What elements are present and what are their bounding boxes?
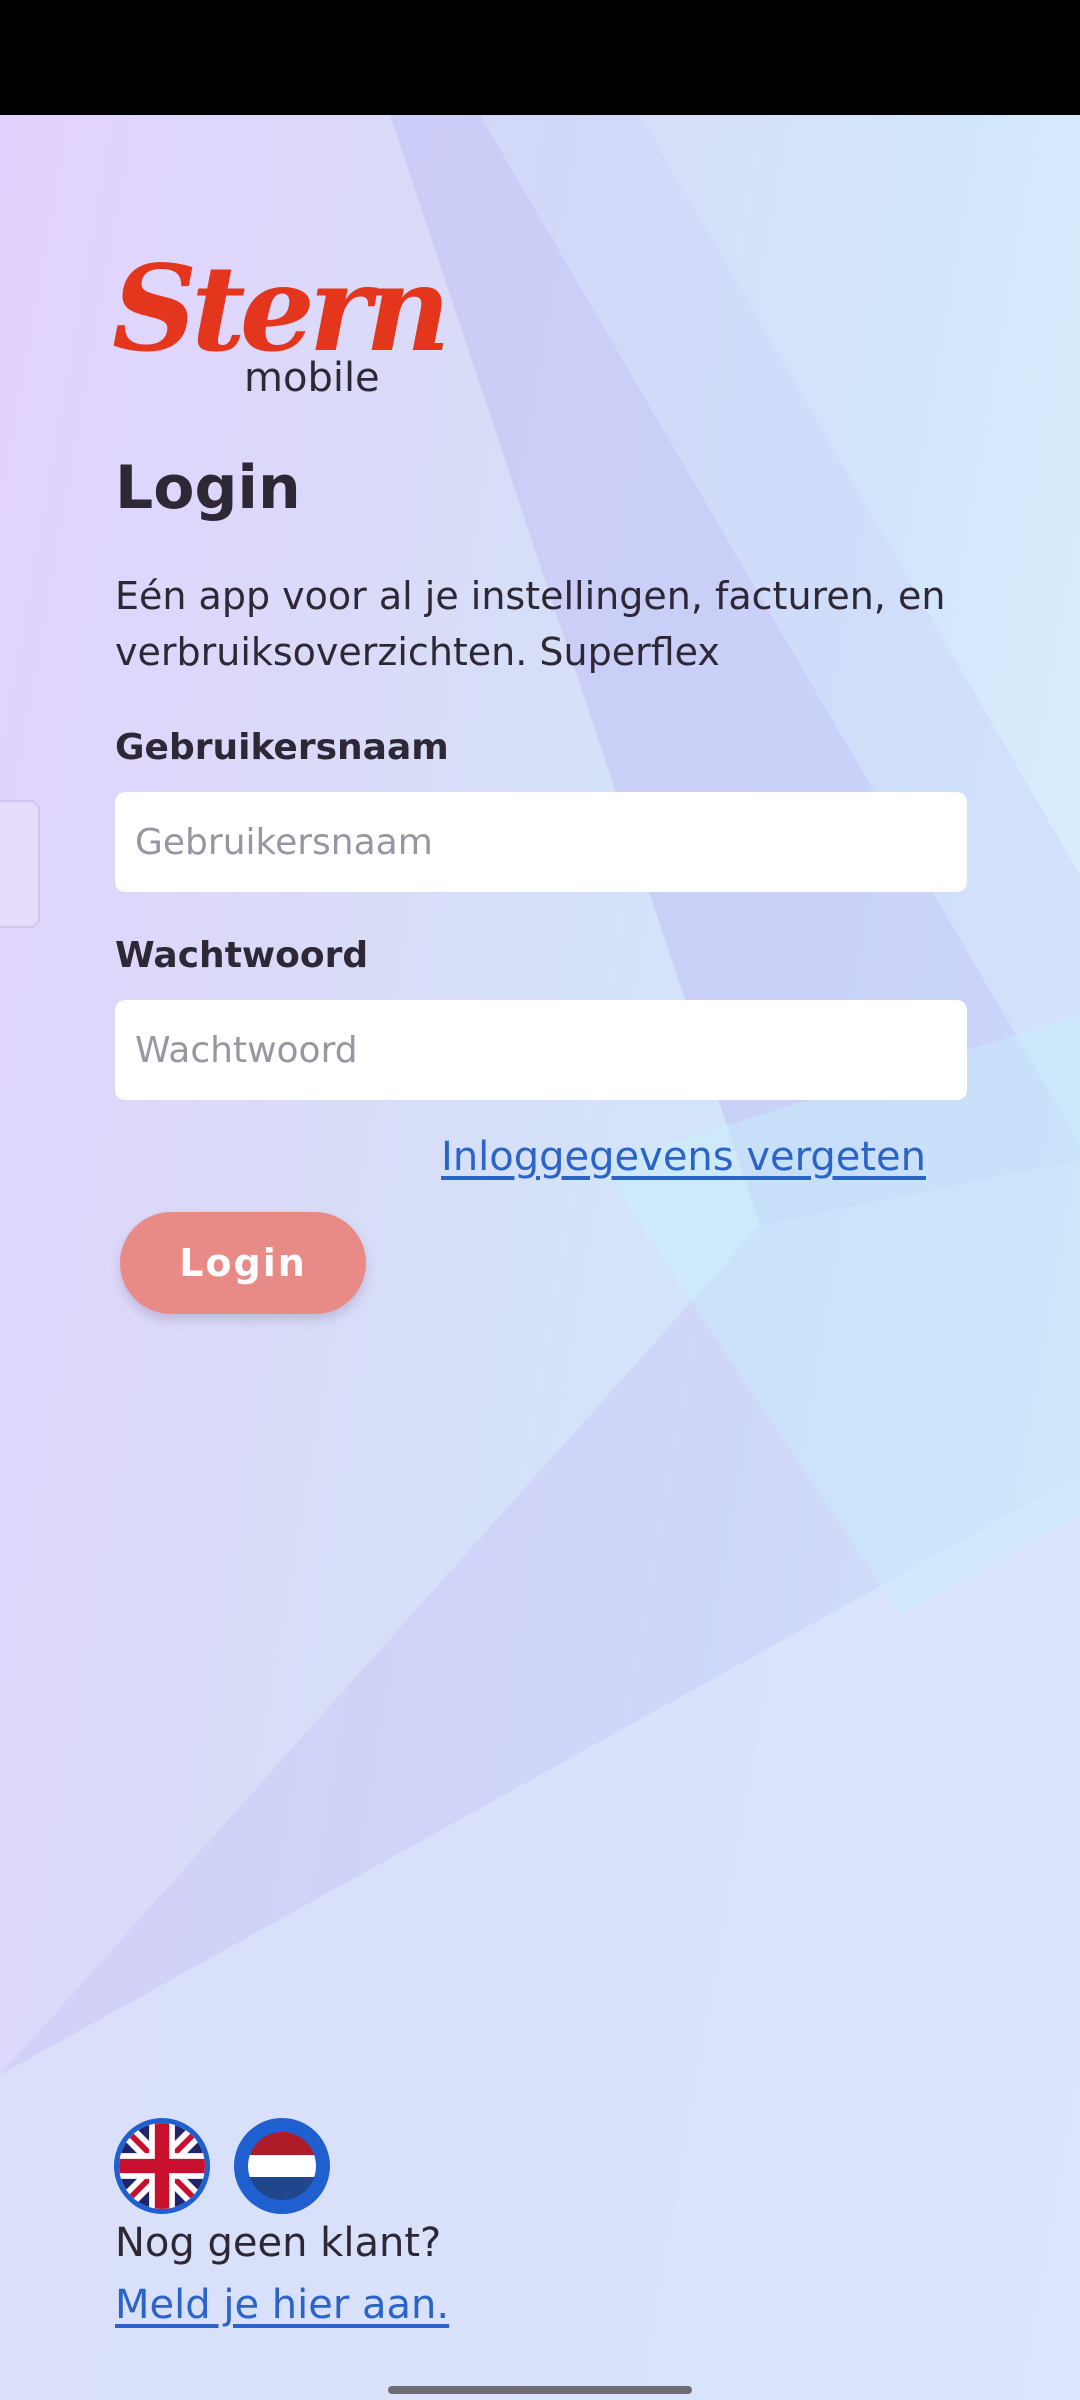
- status-bar: [0, 0, 1080, 115]
- username-input[interactable]: [115, 792, 967, 892]
- password-label: Wachtwoord: [115, 935, 369, 976]
- password-input[interactable]: [115, 1000, 967, 1100]
- page-title: Login: [115, 453, 301, 523]
- forgot-credentials-link[interactable]: Inloggegevens vergeten: [441, 1134, 926, 1180]
- nl-flag-icon[interactable]: [234, 2118, 330, 2214]
- logo-sub: mobile: [244, 355, 380, 401]
- register-link[interactable]: Meld je hier aan.: [115, 2282, 449, 2328]
- username-label: Gebruikersnaam: [115, 727, 449, 768]
- no-account-text: Nog geen klant?: [115, 2220, 442, 2266]
- login-button[interactable]: Login: [120, 1212, 366, 1314]
- uk-flag-icon[interactable]: [114, 2118, 210, 2214]
- intro-text: Eén app voor al je instellingen, facture…: [115, 574, 946, 674]
- side-drawer-handle[interactable]: [0, 800, 40, 928]
- stern-mobile-logo: Stern mobile: [112, 250, 451, 410]
- logo-script: Stern: [112, 239, 451, 378]
- home-indicator[interactable]: [388, 2386, 692, 2394]
